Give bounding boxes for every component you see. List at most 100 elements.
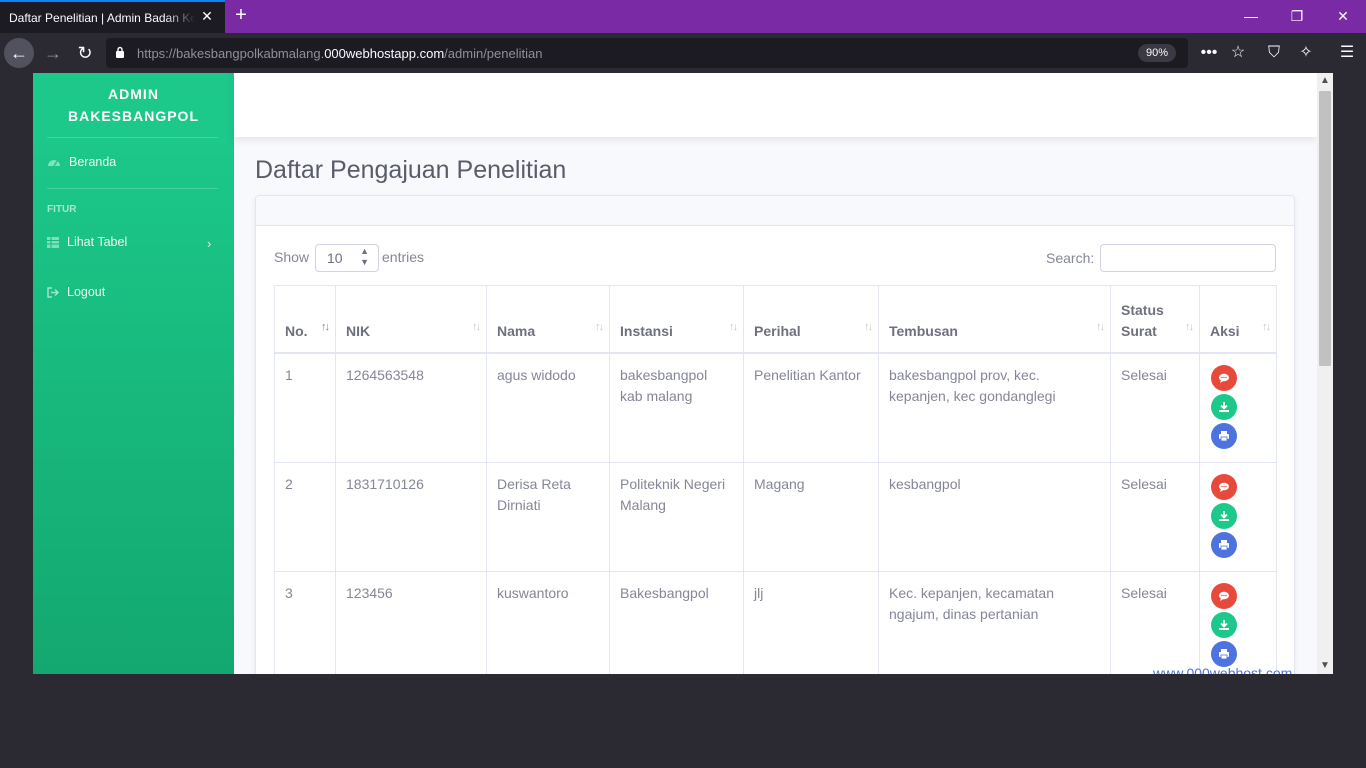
cell-no: 3: [274, 570, 336, 674]
cell-status: Selesai: [1110, 570, 1200, 674]
url-prefix: https://bakesbangpolkabmalang.: [137, 46, 325, 61]
cell-tembusan: Kec. kepanjen, kecamatan ngajum, dinas p…: [878, 570, 1111, 674]
forward-button[interactable]: →: [38, 38, 68, 68]
cell-perihal: Penelitian Kantor: [743, 352, 879, 463]
cell-tembusan: bakesbangpol prov, kec. kepanjen, kec go…: [878, 352, 1111, 463]
menu-icon[interactable]: ☰: [1332, 38, 1362, 68]
scroll-down-icon[interactable]: ▼: [1317, 658, 1333, 674]
sidebar-item-label: Lihat Tabel: [67, 235, 128, 249]
url-path: /admin/penelitian: [444, 46, 543, 61]
cell-nama: agus widodo: [486, 352, 610, 463]
header-label: Status: [1121, 301, 1164, 318]
sidebar-item-logout[interactable]: Logout: [47, 285, 105, 299]
header-label: Surat: [1121, 322, 1157, 339]
cell-instansi: Bakesbangpol: [609, 570, 744, 674]
comment-icon: [1219, 482, 1229, 492]
table-row: 2 1831710126 Derisa Reta Dirniati Polite…: [274, 461, 1277, 572]
print-button[interactable]: [1211, 422, 1237, 449]
download-icon: [1219, 401, 1229, 412]
column-header-no[interactable]: No. ↑↓: [274, 285, 336, 354]
cell-actions: [1199, 352, 1277, 463]
cell-status: Selesai: [1110, 461, 1200, 572]
sort-asc-icon: ↑↓: [321, 320, 330, 333]
entries-select[interactable]: 10 ▲ ▼: [315, 244, 379, 272]
cell-instansi: Politeknik Negeri Malang: [609, 461, 744, 572]
column-header-nama[interactable]: Nama ↑↓: [486, 285, 610, 354]
column-header-nik[interactable]: NIK ↑↓: [335, 285, 487, 354]
table-icon: [47, 236, 59, 248]
sidebar: ADMIN BAKESBANGPOL Beranda FITUR Lihat T…: [33, 73, 234, 674]
restore-icon[interactable]: ❐: [1287, 7, 1307, 25]
table-row: 1 1264563548 agus widodo bakesbangpol ka…: [274, 352, 1277, 463]
comment-button[interactable]: [1211, 582, 1237, 609]
table-card: Show 10 ▲ ▼ entries Search: No. ↑↓ NIK ↑↓ N…: [255, 195, 1295, 674]
search-input[interactable]: [1100, 244, 1276, 272]
sidebar-item-label: Logout: [67, 285, 106, 299]
sidebar-divider: [47, 137, 218, 138]
cell-nik: 123456: [335, 570, 487, 674]
sort-icon: ↑↓: [595, 320, 604, 333]
column-header-status[interactable]: Status Surat ↑↓: [1110, 285, 1200, 354]
bookmark-star-icon[interactable]: ☆: [1223, 38, 1253, 68]
download-button[interactable]: [1211, 611, 1237, 638]
header-label: Tembusan: [889, 322, 958, 339]
cell-nama: kuswantoro: [486, 570, 610, 674]
back-button[interactable]: ←: [4, 38, 34, 68]
table-row: 3 123456 kuswantoro Bakesbangpol jlj Kec…: [274, 570, 1277, 674]
entries-label: entries: [382, 249, 425, 265]
shield-icon[interactable]: ⛉: [1259, 38, 1289, 68]
column-header-instansi[interactable]: Instansi ↑↓: [609, 285, 744, 354]
page-scrollbar[interactable]: ▲ ▼: [1317, 73, 1333, 674]
cell-nama: Derisa Reta Dirniati: [486, 461, 610, 572]
sidebar-item-beranda[interactable]: Beranda: [47, 155, 116, 169]
lock-icon: [116, 46, 124, 58]
header-label: Instansi: [620, 322, 673, 339]
cell-nik: 1831710126: [335, 461, 487, 572]
tab-title: Daftar Penelitian | Admin Badan Kesatuan…: [9, 11, 195, 25]
scroll-thumb[interactable]: [1319, 91, 1331, 366]
new-tab-button[interactable]: +: [231, 5, 251, 25]
comment-button[interactable]: [1211, 473, 1237, 500]
print-button[interactable]: [1211, 640, 1237, 667]
host-watermark[interactable]: www.000webhost.com: [1153, 665, 1292, 674]
brand-line-1: ADMIN: [108, 86, 159, 102]
column-header-aksi[interactable]: Aksi ↑↓: [1199, 285, 1277, 354]
sidebar-divider: [47, 188, 218, 189]
extensions-icon[interactable]: ✧: [1291, 38, 1321, 68]
minimize-icon[interactable]: —: [1241, 7, 1261, 25]
header-label: No.: [285, 322, 308, 339]
sidebar-item-lihat-tabel[interactable]: Lihat Tabel: [47, 235, 127, 249]
print-icon: [1219, 648, 1229, 659]
print-button[interactable]: [1211, 531, 1237, 558]
comment-button[interactable]: [1211, 364, 1237, 391]
zoom-badge[interactable]: 90%: [1138, 44, 1176, 62]
table-header-row: No. ↑↓ NIK ↑↓ Nama ↑↓ Instansi ↑↓ Perihal ↑↓ …: [274, 285, 1277, 354]
column-header-perihal[interactable]: Perihal ↑↓: [743, 285, 879, 354]
download-icon: [1219, 510, 1229, 521]
card-header: [256, 196, 1294, 226]
select-caret-icon: ▲ ▼: [360, 246, 369, 267]
cell-no: 2: [274, 461, 336, 572]
brand-line-2: BAKESBANGPOL: [67, 108, 199, 124]
address-bar[interactable]: https://bakesbangpolkabmalang.000webhost…: [106, 38, 1188, 68]
download-button[interactable]: [1211, 502, 1237, 529]
reload-button[interactable]: ↻: [70, 38, 100, 68]
header-label: Nama: [497, 322, 536, 339]
url-text: https://bakesbangpolkabmalang.000webhost…: [137, 46, 542, 61]
window-close-icon[interactable]: ✕: [1333, 7, 1353, 25]
browser-tab[interactable]: Daftar Penelitian | Admin Badan Kesatuan…: [0, 0, 225, 33]
download-button[interactable]: [1211, 393, 1237, 420]
cell-no: 1: [274, 352, 336, 463]
entries-value: 10: [327, 250, 343, 266]
cell-actions: [1199, 570, 1277, 674]
page-viewport: ADMIN BAKESBANGPOL Beranda FITUR Lihat T…: [33, 73, 1333, 674]
column-header-tembusan[interactable]: Tembusan ↑↓: [878, 285, 1111, 354]
more-actions-icon[interactable]: •••: [1194, 38, 1224, 68]
chevron-right-icon: ›: [207, 236, 212, 251]
cell-perihal: jlj: [743, 570, 879, 674]
sort-icon: ↑↓: [729, 320, 738, 333]
browser-nav-bar: ← → ↻ https://bakesbangpolkabmalang.000w…: [0, 33, 1366, 73]
close-tab-icon[interactable]: ✕: [199, 8, 215, 24]
scroll-up-icon[interactable]: ▲: [1317, 73, 1333, 89]
sidebar-brand[interactable]: ADMIN BAKESBANGPOL: [33, 83, 234, 127]
